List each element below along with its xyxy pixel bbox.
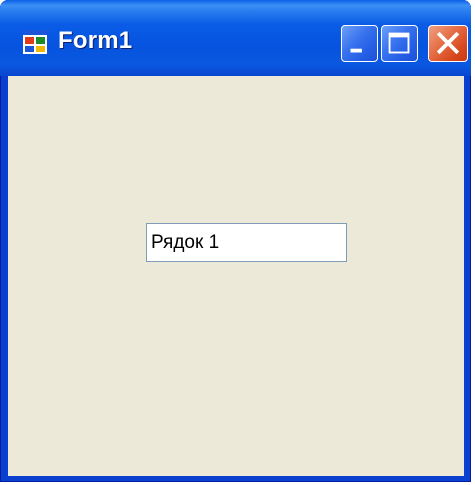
minimize-icon	[350, 48, 362, 53]
maximize-icon	[388, 32, 410, 54]
form-window: Form1	[0, 0, 471, 482]
minimize-button[interactable]	[341, 25, 378, 62]
windows-form-icon[interactable]	[23, 30, 47, 54]
maximize-button[interactable]	[381, 25, 418, 62]
window-title: Form1	[58, 27, 133, 54]
form-client-area	[8, 76, 464, 476]
close-icon	[436, 31, 460, 55]
title-bar[interactable]: Form1	[0, 0, 471, 76]
text-input[interactable]	[146, 223, 347, 262]
close-button[interactable]	[428, 25, 468, 62]
